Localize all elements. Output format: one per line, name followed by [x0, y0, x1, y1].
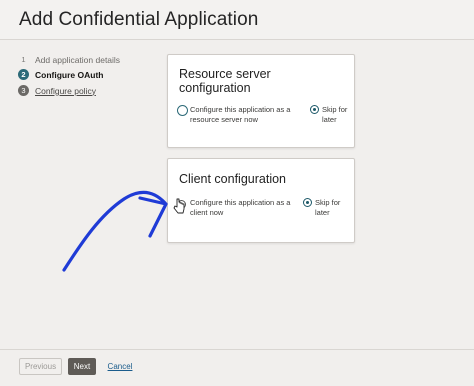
card-title-line: Resource server — [179, 67, 271, 81]
step-label: Add application details — [35, 54, 121, 65]
title-bar: Add Confidential Application — [0, 0, 474, 40]
previous-button[interactable]: Previous — [19, 358, 62, 375]
skip-client-radio[interactable] — [303, 198, 312, 207]
step-number: 2 — [18, 69, 29, 80]
option-text: Configure this application as a — [190, 198, 291, 207]
configure-resource-server-radio[interactable] — [177, 105, 188, 116]
card-title: Resource server configuration — [179, 67, 271, 95]
option-text: resource server now — [190, 115, 258, 124]
configure-client-label[interactable]: Configure this application as a client n… — [190, 198, 300, 218]
client-config-card: Client configuration Configure this appl… — [167, 158, 355, 243]
option-text: Skip for — [315, 198, 341, 207]
resource-server-config-card: Resource server configuration Configure … — [167, 54, 355, 148]
card-title: Client configuration — [179, 172, 287, 186]
skip-resource-server-radio[interactable] — [310, 105, 319, 114]
card-title-line: configuration — [179, 81, 251, 95]
option-text: client now — [190, 208, 224, 217]
next-button[interactable]: Next — [68, 358, 96, 375]
step-number: 1 — [21, 55, 26, 64]
configure-resource-server-label[interactable]: Configure this application as a resource… — [190, 105, 294, 125]
option-text: later — [315, 208, 330, 217]
cancel-link[interactable]: Cancel — [104, 358, 136, 375]
step-configure-oauth: 2 Configure OAuth — [18, 69, 103, 80]
skip-resource-server-label[interactable]: Skip for later — [322, 105, 356, 125]
option-text: Skip for — [322, 105, 348, 114]
page-title: Add Confidential Application — [19, 9, 259, 30]
option-text: Configure this application as a — [190, 105, 291, 114]
skip-client-label[interactable]: Skip for later — [315, 198, 351, 218]
step-link[interactable]: Configure policy — [35, 86, 96, 96]
step-label: Configure OAuth — [35, 69, 104, 80]
step-configure-policy[interactable]: 3 Configure policy — [18, 85, 96, 96]
step-add-application-details: 1 Add application details — [18, 54, 120, 65]
step-number: 3 — [18, 85, 29, 96]
configure-client-radio[interactable] — [177, 200, 186, 209]
option-text: later — [322, 115, 337, 124]
